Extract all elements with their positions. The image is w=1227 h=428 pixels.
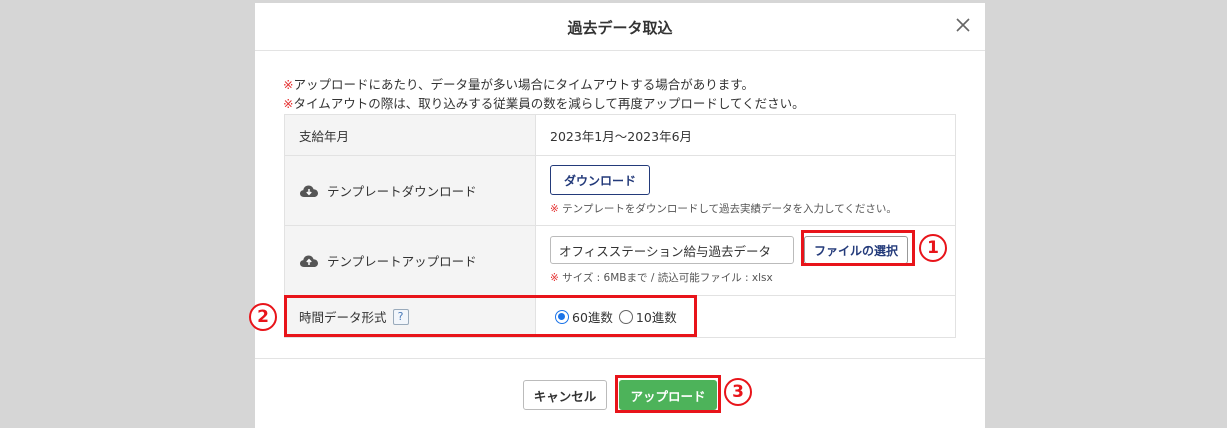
period-value: 2023年1月～2023年6月 <box>550 128 693 144</box>
highlight-upload-button <box>615 375 721 413</box>
modal-title: 過去データ取込 <box>567 19 673 37</box>
upload-note: ※ サイズ : 6MBまで / 読込可能ファイル : xlsx <box>550 272 773 284</box>
highlight-file-select <box>801 230 915 266</box>
modal-header: 過去データ取込 <box>255 3 985 51</box>
period-label: 支給年月 <box>285 115 536 155</box>
close-icon[interactable] <box>953 15 973 35</box>
row-period: 支給年月 2023年1月～2023年6月 <box>285 115 955 155</box>
annotation-badge-1: 1 <box>919 234 947 262</box>
note-line-2: ※タイムアウトの際は、取り込みする従業員の数を減らして再度アップロードしてくださ… <box>283 96 805 111</box>
highlight-time-format <box>284 295 697 337</box>
row-template-download: テンプレートダウンロード ダウンロード ※ テンプレートをダウンロードして過去実… <box>285 155 955 225</box>
cancel-button[interactable]: キャンセル <box>523 380 607 410</box>
download-button[interactable]: ダウンロード <box>550 165 650 195</box>
annotation-badge-3: 3 <box>724 378 752 406</box>
download-note: ※ テンプレートをダウンロードして過去実績データを入力してください。 <box>550 203 897 215</box>
note-line-1: ※アップロードにあたり、データ量が多い場合にタイムアウトする場合があります。 <box>283 77 754 92</box>
template-upload-label: テンプレートアップロード <box>285 226 536 295</box>
annotation-badge-2: 2 <box>249 303 277 331</box>
template-download-label: テンプレートダウンロード <box>285 156 536 225</box>
notes: ※アップロードにあたり、データ量が多い場合にタイムアウトする場合があります。 ※… <box>283 75 805 113</box>
cloud-download-icon <box>299 184 319 198</box>
template-download-value: ダウンロード ※ テンプレートをダウンロードして過去実績データを入力してください… <box>536 156 955 225</box>
cloud-upload-icon <box>299 254 319 268</box>
file-name-field[interactable]: オフィスステーション給与過去データ <box>550 236 794 264</box>
import-modal: 過去データ取込 ※アップロードにあたり、データ量が多い場合にタイムアウトする場合… <box>255 3 985 428</box>
